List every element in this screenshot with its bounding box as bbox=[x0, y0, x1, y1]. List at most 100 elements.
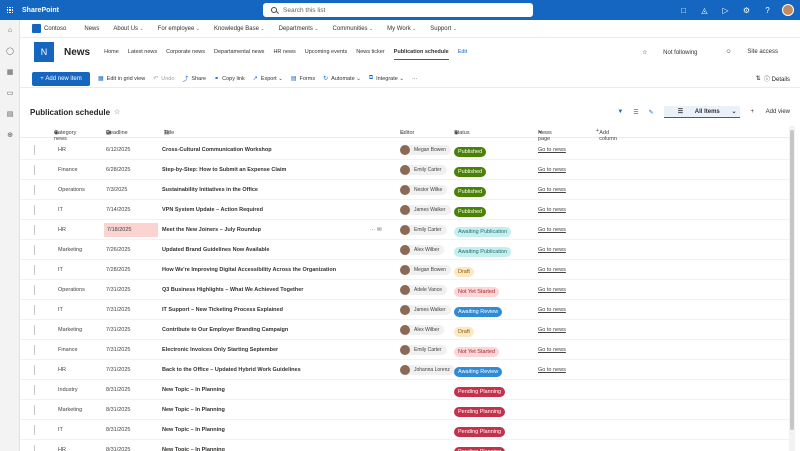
nav-edit-link[interactable]: Edit bbox=[458, 45, 467, 59]
nav-publication-schedule[interactable]: Publication schedule bbox=[393, 45, 449, 60]
news-page-link[interactable]: Go to news bbox=[538, 347, 566, 353]
hub-item-departments[interactable]: Departments bbox=[279, 26, 319, 32]
title-cell[interactable]: Sustainability Initiatives in the Office bbox=[162, 187, 258, 193]
editor-persona[interactable]: Megan Bowen bbox=[400, 145, 451, 155]
title-cell[interactable]: VPN System Update – Action Required bbox=[162, 207, 263, 213]
title-cell[interactable]: IT Support – New Ticketing Process Expla… bbox=[162, 307, 283, 313]
title-cell[interactable]: How We're Improving Digital Accessibilit… bbox=[162, 267, 336, 273]
row-selection-handle[interactable] bbox=[34, 165, 35, 175]
app-name[interactable]: SharePoint bbox=[22, 7, 59, 14]
title-cell[interactable]: New Topic – In Planning bbox=[162, 447, 225, 451]
nav-home[interactable]: Home bbox=[104, 45, 119, 59]
news-page-link[interactable]: Go to news bbox=[538, 287, 566, 293]
nav-latest-news[interactable]: Latest news bbox=[128, 45, 157, 59]
nav-departamental-news[interactable]: Departamental news bbox=[214, 45, 264, 59]
table-row[interactable]: Marketing 7/31/2025 Contribute to Our Empl… bbox=[20, 320, 790, 340]
row-selection-handle[interactable] bbox=[34, 285, 35, 295]
automate-button[interactable]: ↻ Automate ⌄ bbox=[323, 75, 361, 83]
editor-persona[interactable]: Emily Carter bbox=[400, 345, 447, 355]
forms-button[interactable]: ▤ Forms bbox=[291, 75, 315, 83]
table-row[interactable]: IT 7/31/2025 IT Support – New Ticketing Pr… bbox=[20, 300, 790, 320]
undo-button[interactable]: ↶ Undo bbox=[153, 75, 174, 83]
details-button[interactable]: ⓘ Details bbox=[764, 74, 790, 83]
nav-hr-news[interactable]: HR news bbox=[273, 45, 295, 59]
notifications-icon[interactable]: ◬ bbox=[694, 6, 715, 15]
editor-persona[interactable]: Megan Bowen bbox=[400, 265, 451, 275]
filter-icon[interactable]: ▼ bbox=[617, 109, 623, 115]
row-selection-handle[interactable] bbox=[34, 325, 35, 335]
table-row[interactable]: Operations 7/31/2025 Q3 Business Highlight… bbox=[20, 280, 790, 300]
more-commands-button[interactable]: ··· bbox=[412, 76, 418, 82]
hub-item-knowledge-base[interactable]: Knowledge Base bbox=[214, 26, 265, 32]
row-selection-handle[interactable] bbox=[34, 425, 35, 435]
integrate-button[interactable]: ⧉ Integrate ⌄ bbox=[369, 75, 404, 82]
export-button[interactable]: ↗ Export ⌄ bbox=[253, 75, 283, 83]
add-new-item-button[interactable]: + Add new item bbox=[32, 71, 90, 86]
table-row[interactable]: Operations 7/3/2025 Sustainability Initiat… bbox=[20, 180, 790, 200]
table-row[interactable]: Finance 6/28/2025 Step-by-Step: How to Sub… bbox=[20, 160, 790, 180]
view-switcher[interactable]: ☰ All Items ⌄ bbox=[663, 106, 741, 118]
title-cell[interactable]: Q3 Business Highlights – What We Achieve… bbox=[162, 287, 303, 293]
sites-icon[interactable]: ◯ bbox=[0, 41, 20, 62]
news-page-link[interactable]: Go to news bbox=[538, 147, 566, 153]
create-site-icon[interactable]: ⊕ bbox=[0, 125, 20, 146]
editor-persona[interactable]: James Walker bbox=[400, 305, 451, 315]
table-row[interactable]: Marketing 8/31/2025 New Topic – In Plannin… bbox=[20, 400, 790, 420]
title-cell[interactable]: Contribute to Our Employer Branding Camp… bbox=[162, 327, 288, 333]
editor-persona[interactable]: Adele Vance bbox=[400, 285, 447, 295]
news-page-link[interactable]: Go to news bbox=[538, 367, 566, 373]
row-selection-handle[interactable] bbox=[34, 145, 35, 155]
news-page-link[interactable]: Go to news bbox=[538, 187, 566, 193]
title-cell[interactable]: New Topic – In Planning bbox=[162, 387, 225, 393]
table-row[interactable]: Finance 7/31/2025 Electronic Invoices Only… bbox=[20, 340, 790, 360]
follow-button[interactable]: ☆ Not following bbox=[628, 49, 697, 56]
row-selection-handle[interactable] bbox=[34, 305, 35, 315]
hub-item-for-employee[interactable]: For employee bbox=[158, 26, 200, 32]
megaphone-icon[interactable]: ▷ bbox=[715, 6, 736, 15]
title-cell[interactable]: Cross-Cultural Communication Workshop bbox=[162, 147, 272, 153]
title-cell[interactable]: Back to the Office – Updated Hybrid Work… bbox=[162, 367, 301, 373]
hub-name[interactable]: Contoso bbox=[44, 26, 66, 32]
hub-item-news[interactable]: News bbox=[84, 26, 99, 32]
news-page-link[interactable]: Go to news bbox=[538, 267, 566, 273]
add-view-button[interactable]: + Add view bbox=[750, 109, 790, 115]
table-row[interactable]: Marketing 7/26/2025 Updated Brand Guidelin… bbox=[20, 240, 790, 260]
create-icon[interactable]: □ bbox=[673, 6, 694, 15]
edit-grid-button[interactable]: ▦ Edit in grid view bbox=[98, 75, 145, 83]
title-cell[interactable]: Updated Brand Guidelines Now Available bbox=[162, 247, 269, 253]
table-row[interactable]: HR 6/12/2025 Cross-Cultural Communication … bbox=[20, 140, 790, 160]
hub-item-my-work[interactable]: My Work bbox=[387, 26, 416, 32]
vertical-scrollbar[interactable] bbox=[789, 126, 795, 451]
row-selection-handle[interactable] bbox=[34, 225, 35, 235]
title-cell[interactable]: New Topic – In Planning bbox=[162, 407, 225, 413]
row-selection-handle[interactable] bbox=[34, 265, 35, 275]
nav-news-ticker[interactable]: News ticker bbox=[356, 45, 384, 59]
site-title[interactable]: News bbox=[64, 47, 90, 58]
site-logo[interactable]: N bbox=[34, 42, 54, 62]
news-page-link[interactable]: Go to news bbox=[538, 227, 566, 233]
site-access-button[interactable]: ☺ Site access bbox=[712, 49, 778, 56]
editor-persona[interactable]: Alex Wilber bbox=[400, 325, 445, 335]
news-page-link[interactable]: Go to news bbox=[538, 207, 566, 213]
edit-view-icon[interactable]: ✎ bbox=[649, 109, 654, 116]
row-selection-handle[interactable] bbox=[34, 385, 35, 395]
app-launcher-icon[interactable] bbox=[0, 0, 20, 20]
home-icon[interactable]: ⌂ bbox=[0, 20, 20, 41]
table-row[interactable]: Industry 8/31/2025 New Topic – In Planning… bbox=[20, 380, 790, 400]
news-page-link[interactable]: Go to news bbox=[538, 307, 566, 313]
row-selection-handle[interactable] bbox=[34, 245, 35, 255]
account-avatar[interactable] bbox=[782, 4, 794, 16]
row-selection-handle[interactable] bbox=[34, 345, 35, 355]
editor-persona[interactable]: Alex Wilber bbox=[400, 245, 445, 255]
nav-corporate-news[interactable]: Corporate news bbox=[166, 45, 205, 59]
table-row[interactable]: IT 7/28/2025 How We're Improving Digital A… bbox=[20, 260, 790, 280]
editor-persona[interactable]: Emily Carter bbox=[400, 225, 447, 235]
hub-item-communities[interactable]: Communities bbox=[333, 26, 374, 32]
table-row[interactable]: IT 7/14/2025 VPN System Update – Action Re… bbox=[20, 200, 790, 220]
title-cell[interactable]: Step-by-Step: How to Submit an Expense C… bbox=[162, 167, 286, 173]
hub-logo[interactable] bbox=[32, 24, 41, 33]
nav-upcoming-events[interactable]: Upcoming events bbox=[305, 45, 348, 59]
row-selection-handle[interactable] bbox=[34, 365, 35, 375]
title-cell[interactable]: New Topic – In Planning bbox=[162, 427, 225, 433]
row-selection-handle[interactable] bbox=[34, 205, 35, 215]
